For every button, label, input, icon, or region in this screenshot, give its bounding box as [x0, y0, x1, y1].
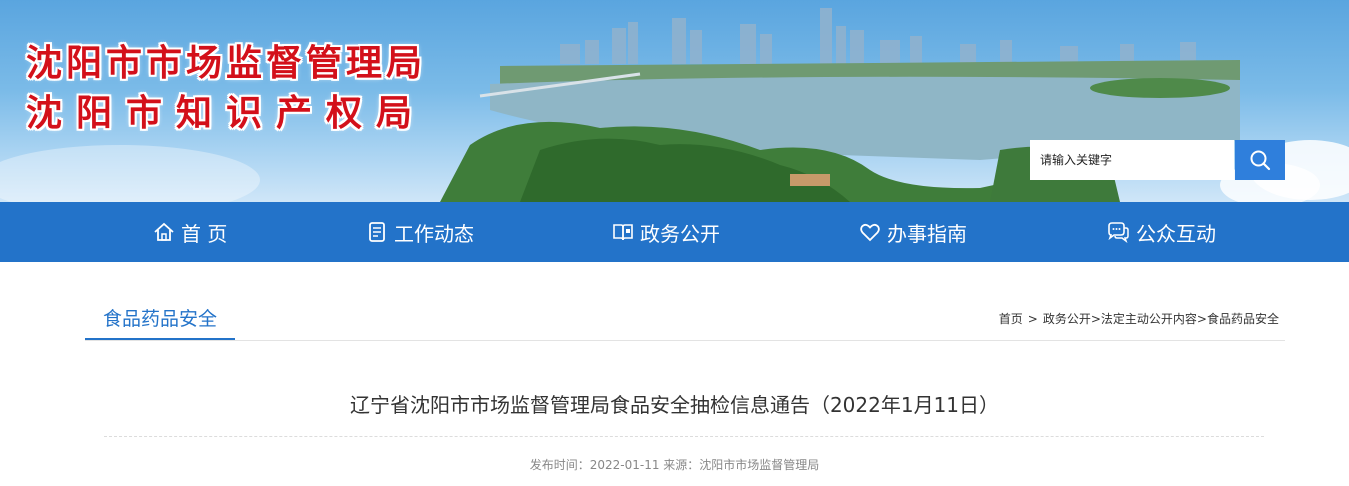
- nav-item-label: 公众互动: [1136, 221, 1216, 246]
- main-nav: 首 页 工作动态 政务公开 办事指南 公众互动: [0, 202, 1349, 262]
- search-input[interactable]: [1030, 140, 1234, 180]
- book-icon: [613, 224, 633, 241]
- heart-icon: [860, 223, 880, 242]
- nav-item-service-guide[interactable]: 办事指南: [859, 202, 967, 262]
- section-title[interactable]: 食品药品安全: [85, 298, 235, 341]
- nav-item-label: 政务公开: [640, 221, 720, 246]
- nav-item-work-news[interactable]: 工作动态: [366, 202, 474, 262]
- header-banner: 沈阳市市场监督管理局 沈阳市知识产权局: [0, 0, 1349, 202]
- nav-item-gov-affairs[interactable]: 政务公开: [612, 202, 720, 262]
- title-divider: [104, 436, 1264, 437]
- breadcrumb-gov-affairs[interactable]: 政务公开: [1043, 312, 1091, 326]
- document-icon: [369, 222, 385, 242]
- breadcrumb-separator: >: [1027, 312, 1038, 326]
- breadcrumb-legal-disclosure[interactable]: 法定主动公开内容: [1101, 312, 1197, 326]
- breadcrumb: 首页 > 政务公开>法定主动公开内容>食品药品安全: [999, 310, 1279, 327]
- article-meta: 发布时间：2022-01-11 来源：沈阳市市场监督管理局: [529, 458, 820, 472]
- nav-item-label: 工作动态: [394, 221, 474, 246]
- nav-item-home[interactable]: 首 页: [153, 202, 227, 262]
- breadcrumb-separator: >: [1090, 312, 1101, 326]
- nav-item-label: 办事指南: [887, 221, 967, 246]
- chat-icon: [1108, 222, 1129, 243]
- section-divider: [85, 340, 1285, 341]
- article-title: 辽宁省沈阳市市场监督管理局食品安全抽检信息通告（2022年1月11日）: [349, 393, 1000, 417]
- breadcrumb-home[interactable]: 首页: [999, 312, 1023, 326]
- search-icon: [1250, 150, 1271, 171]
- site-title-line2: 沈阳市知识产权局: [26, 93, 427, 134]
- site-title-line1: 沈阳市市场监督管理局: [26, 43, 427, 84]
- search-button[interactable]: [1235, 140, 1285, 180]
- nav-item-public-interaction[interactable]: 公众互动: [1106, 202, 1216, 262]
- nav-item-label: 首 页: [181, 221, 228, 246]
- breadcrumb-food-drug-safety[interactable]: 食品药品安全: [1207, 312, 1279, 326]
- breadcrumb-separator: >: [1196, 312, 1207, 326]
- home-icon: [154, 222, 174, 241]
